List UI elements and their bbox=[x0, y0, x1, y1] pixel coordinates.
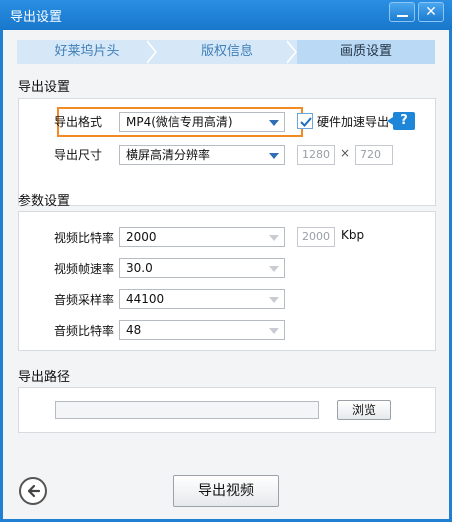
sample-rate-select[interactable]: 44100 bbox=[119, 289, 285, 309]
bitrate-unit: Kbp bbox=[341, 228, 365, 242]
step-hollywood-intro[interactable]: 好莱坞片头 bbox=[17, 40, 157, 64]
video-bitrate-label: 视频比特率 bbox=[54, 231, 115, 245]
sample-rate-value: 44100 bbox=[126, 292, 165, 306]
step-copyright[interactable]: 版权信息 bbox=[157, 40, 297, 64]
step-divider bbox=[285, 40, 295, 64]
frame-rate-select[interactable]: 30.0 bbox=[119, 258, 285, 278]
size-select[interactable]: 横屏高清分辨率 bbox=[119, 145, 285, 165]
chevron-down-icon bbox=[269, 120, 279, 126]
height-input[interactable]: 720 bbox=[355, 145, 393, 165]
hw-accel-label: 硬件加速导出 bbox=[317, 115, 390, 129]
frame-rate-label: 视频帧速率 bbox=[54, 262, 115, 276]
export-video-button[interactable]: 导出视频 bbox=[173, 475, 279, 507]
chevron-down-icon bbox=[269, 328, 279, 334]
size-label: 导出尺寸 bbox=[54, 148, 103, 162]
format-select[interactable]: MP4(微信专用高清) bbox=[119, 112, 285, 132]
chevron-down-icon bbox=[269, 153, 279, 159]
times-sign: × bbox=[340, 146, 351, 160]
dialog-body: 好莱坞片头 版权信息 画质设置 导出设置 导出格式 MP4(微信专用高清) 硬件… bbox=[3, 30, 449, 519]
width-input[interactable]: 1280 bbox=[297, 145, 335, 165]
path-panel: 浏览 bbox=[18, 387, 436, 433]
path-input[interactable] bbox=[55, 401, 319, 419]
chevron-down-icon bbox=[269, 266, 279, 272]
chevron-down-icon bbox=[269, 297, 279, 303]
size-value: 横屏高清分辨率 bbox=[126, 148, 211, 162]
help-icon[interactable]: ? bbox=[387, 112, 415, 130]
video-bitrate-select[interactable]: 2000 bbox=[119, 227, 285, 247]
format-value: MP4(微信专用高清) bbox=[126, 115, 233, 129]
step-divider bbox=[145, 40, 155, 64]
audio-bitrate-value: 48 bbox=[126, 323, 142, 337]
back-button[interactable] bbox=[19, 477, 47, 505]
params-panel: 视频比特率 2000 2000 Kbp 视频帧速率 30.0 音频采样率 441… bbox=[18, 211, 436, 351]
minimize-icon bbox=[397, 15, 408, 17]
export-settings-panel: 导出格式 MP4(微信专用高清) 硬件加速导出 ? 导出尺寸 横屏高清分辨率 1… bbox=[18, 98, 436, 206]
audio-bitrate-label: 音频比特率 bbox=[54, 324, 115, 338]
back-arrow-icon bbox=[27, 484, 41, 498]
sample-rate-label: 音频采样率 bbox=[54, 293, 115, 307]
video-bitrate-input[interactable]: 2000 bbox=[297, 227, 335, 247]
step-quality[interactable]: 画质设置 bbox=[297, 40, 435, 64]
chevron-down-icon bbox=[269, 235, 279, 241]
minimize-button[interactable] bbox=[389, 2, 415, 22]
params-title: 参数设置 bbox=[18, 194, 71, 209]
path-title: 导出路径 bbox=[18, 370, 71, 385]
browse-button[interactable]: 浏览 bbox=[337, 400, 391, 420]
window-title: 导出设置 bbox=[10, 10, 63, 25]
export-settings-title: 导出设置 bbox=[18, 80, 71, 95]
title-bar: 导出设置 ✕ bbox=[0, 0, 452, 30]
hw-accel-checkbox[interactable] bbox=[297, 113, 313, 129]
close-button[interactable]: ✕ bbox=[418, 2, 444, 22]
check-icon bbox=[300, 117, 312, 127]
audio-bitrate-select[interactable]: 48 bbox=[119, 320, 285, 340]
frame-rate-value: 30.0 bbox=[126, 261, 153, 275]
format-label: 导出格式 bbox=[54, 115, 103, 129]
steps-bar: 好莱坞片头 版权信息 画质设置 bbox=[17, 40, 435, 64]
video-bitrate-value: 2000 bbox=[126, 230, 157, 244]
